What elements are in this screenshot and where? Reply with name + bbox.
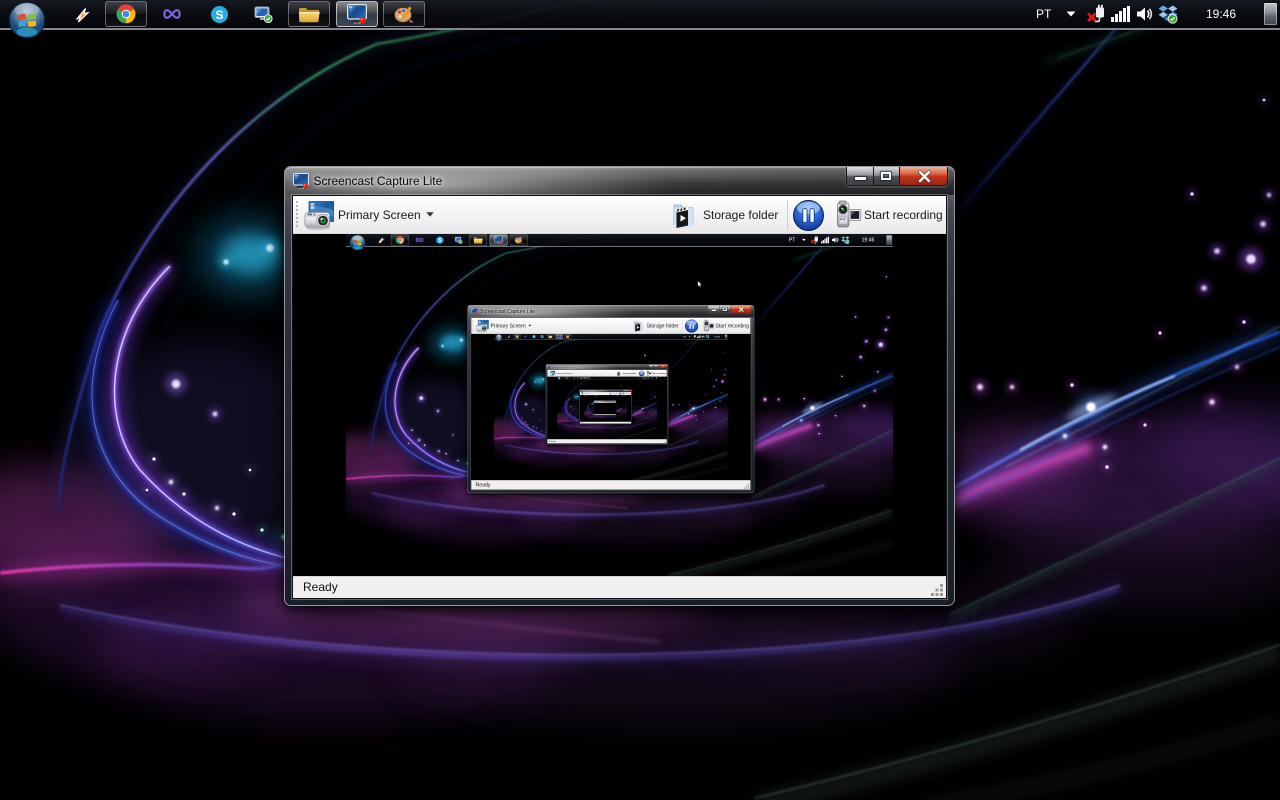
svg-text:S: S <box>438 238 442 244</box>
svg-text:S: S <box>215 8 223 22</box>
